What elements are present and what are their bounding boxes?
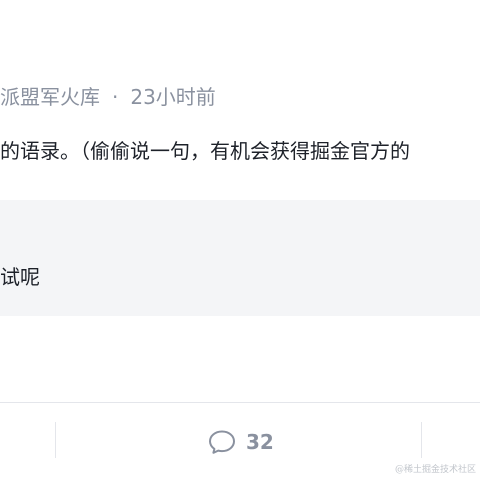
comment-button[interactable]: 32 xyxy=(208,427,274,457)
speech-bubble-icon xyxy=(208,429,236,455)
quoted-content-text: 试呢 xyxy=(0,265,40,289)
comment-count: 32 xyxy=(246,430,274,454)
quoted-content-box[interactable]: 试呢 xyxy=(0,200,480,316)
action-divider xyxy=(421,422,422,458)
post-card: 派盟军火库 · 23小时前 的语录。（偷偷说一句，有机会获得掘金官方的 试呢 32 … xyxy=(0,0,480,480)
post-meta: 派盟军火库 · 23小时前 xyxy=(0,84,216,110)
post-content: 的语录。（偷偷说一句，有机会获得掘金官方的 xyxy=(0,139,410,163)
watermark: @稀土掘金技术社区 xyxy=(394,465,476,475)
action-divider xyxy=(55,422,56,458)
post-time: 23小时前 xyxy=(130,85,216,109)
author-name[interactable]: 派盟军火库 xyxy=(0,85,100,109)
meta-separator: · xyxy=(112,85,119,109)
